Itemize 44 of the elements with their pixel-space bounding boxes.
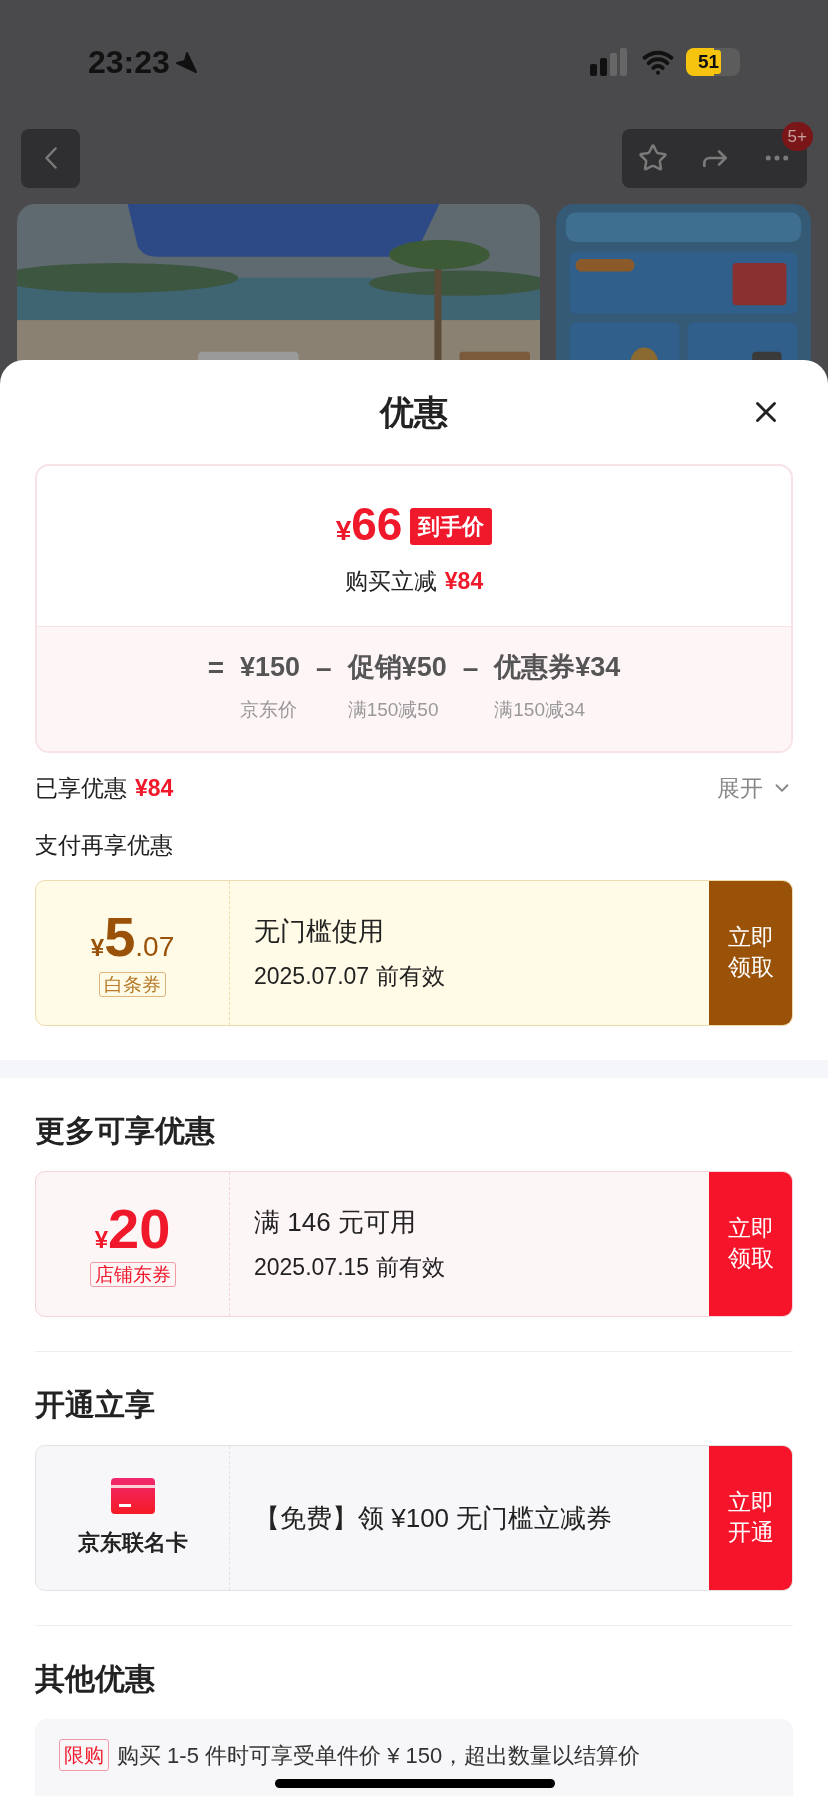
coupon-condition: 【免费】领 ¥100 无门槛立减券 [254, 1501, 614, 1535]
operator-sign: – [462, 651, 479, 685]
coupon-amount: ¥20 [94, 1200, 171, 1258]
coupon-type-tag: 店铺东券 [89, 1261, 176, 1288]
status-time: 23:23 [88, 43, 170, 82]
final-price: ¥66 [335, 501, 403, 553]
breakdown-note: 满150减50 [347, 697, 440, 722]
location-icon [173, 50, 198, 74]
breakdown-amount: 优惠券¥34 [494, 651, 621, 684]
coupon-amount: ¥5.07 [90, 908, 175, 968]
enjoyed-amount: ¥84 [135, 774, 174, 803]
coupon-type-tag: 白条券 [99, 971, 166, 998]
coupon-validity: 2025.07.07 前有效 [254, 962, 446, 992]
signal-icon [590, 48, 630, 76]
breakdown-note: 京东价 [240, 697, 298, 722]
section-title: 支付再享优惠 [35, 830, 174, 860]
operator-sign: = [207, 651, 224, 685]
final-price-tag: 到手价 [410, 508, 493, 546]
limit-text: 购买 1-5 件时可享受单件价 ¥ 150，超出数量以结算价 [117, 1742, 641, 1770]
section-title: 其他优惠 [35, 1661, 156, 1697]
battery-indicator: 51 [686, 48, 740, 76]
reduce-amount: ¥84 [444, 567, 484, 597]
claim-button[interactable]: 立即领取 [709, 881, 792, 1025]
section-title: 更多可享优惠 [35, 1113, 216, 1149]
card-icon [110, 1477, 155, 1514]
back-icon [44, 147, 57, 169]
coupon-condition: 无门槛使用 [254, 915, 385, 949]
section-title: 开通立享 [35, 1387, 156, 1423]
breakdown-amount: ¥150 [240, 651, 301, 684]
breakdown-note: 满150减34 [494, 697, 587, 722]
card-name: 京东联名卡 [77, 1528, 188, 1557]
coupon-validity: 2025.07.15 前有效 [254, 1253, 446, 1283]
enjoyed-label: 已享优惠 [35, 774, 127, 803]
claim-button[interactable]: 立即领取 [709, 1172, 792, 1316]
star-icon[interactable] [637, 143, 668, 173]
breakdown-amount: 促销¥50 [347, 651, 447, 684]
reduce-label: 购买立减 [344, 567, 437, 597]
coupon-condition: 满 146 元可用 [254, 1206, 417, 1240]
notification-badge: 5+ [781, 121, 813, 151]
operator-sign: – [316, 651, 332, 685]
claim-button[interactable]: 立即开通 [709, 1446, 792, 1590]
sheet-title: 优惠 [380, 391, 448, 433]
limit-tag: 限购 [59, 1739, 109, 1771]
expand-button[interactable]: 展开 [717, 771, 793, 806]
